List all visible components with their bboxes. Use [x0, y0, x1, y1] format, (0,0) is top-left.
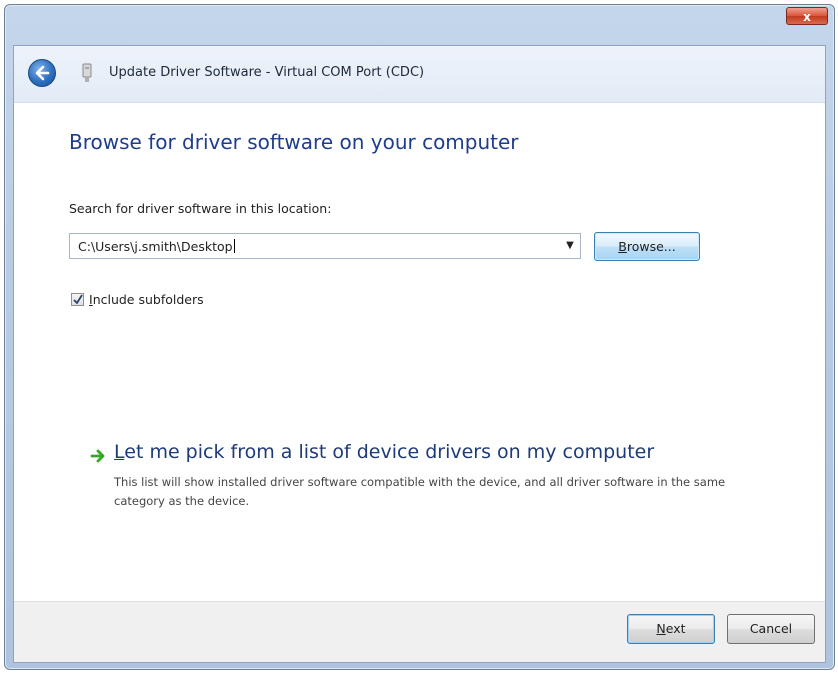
text-caret: [233, 239, 235, 253]
pick-from-list-description: This list will show installed driver sof…: [114, 475, 726, 508]
checkmark-icon: [73, 294, 83, 305]
green-arrow-icon: [90, 449, 105, 463]
pick-from-list-link[interactable]: Let me pick from a list of device driver…: [114, 441, 654, 463]
path-combobox[interactable]: C:\Users\j.smith\Desktop ▼: [69, 233, 581, 259]
close-icon: x: [803, 10, 811, 24]
close-button[interactable]: x: [786, 7, 828, 25]
search-location-label: Search for driver software in this locat…: [69, 201, 332, 216]
back-arrow-icon: [35, 65, 50, 81]
back-button[interactable]: [28, 59, 56, 87]
wizard-footer: Next Cancel: [14, 601, 825, 662]
wizard-content: Browse for driver software on your compu…: [14, 103, 825, 601]
path-input[interactable]: C:\Users\j.smith\Desktop: [78, 239, 235, 254]
dialog-window: x Update Driver Software - Virtual COM P…: [4, 4, 835, 670]
page-title: Browse for driver software on your compu…: [69, 130, 519, 154]
usb-device-icon: [82, 63, 92, 82]
window-frame: x: [5, 5, 834, 45]
include-subfolders-row: Include subfolders: [71, 289, 204, 307]
include-subfolders-checkbox[interactable]: [71, 293, 84, 306]
browse-button[interactable]: Browse...: [594, 232, 700, 261]
include-subfolders-label[interactable]: Include subfolders: [89, 292, 204, 307]
next-button[interactable]: Next: [627, 614, 715, 644]
wizard-header: Update Driver Software - Virtual COM Por…: [14, 46, 825, 103]
window-title: Update Driver Software - Virtual COM Por…: [109, 65, 425, 80]
dialog-client-area: Update Driver Software - Virtual COM Por…: [13, 45, 826, 663]
cancel-button[interactable]: Cancel: [727, 614, 815, 644]
chevron-down-icon[interactable]: ▼: [560, 234, 580, 258]
